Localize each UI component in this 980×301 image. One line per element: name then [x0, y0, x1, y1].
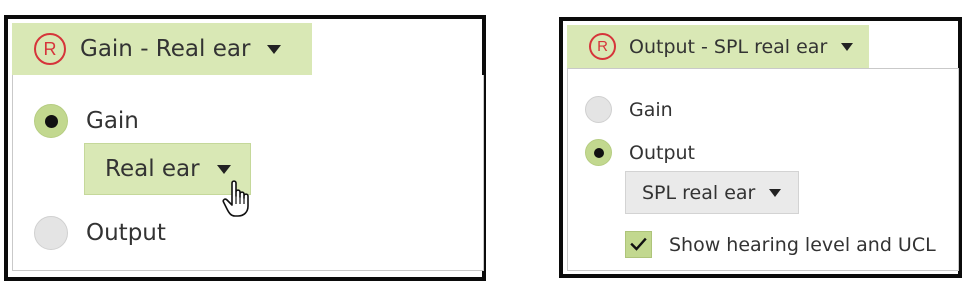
radio-output[interactable]	[585, 139, 612, 166]
option-gain-label: Gain	[86, 108, 139, 134]
r-badge-icon: R	[589, 33, 616, 60]
caret-down-icon	[216, 164, 231, 174]
view-mode-label: Gain - Real ear	[80, 36, 251, 62]
show-hearing-level-checkbox-row[interactable]: Show hearing level and UCL	[625, 231, 936, 258]
option-output[interactable]: Output	[34, 216, 166, 250]
option-output-label: Output	[629, 141, 695, 164]
radio-output[interactable]	[34, 216, 68, 250]
view-mode-menu: Gain Output SPL real ear Show hearing le…	[567, 68, 959, 271]
caret-down-icon	[841, 42, 854, 51]
option-gain[interactable]: Gain	[585, 96, 673, 123]
spl-dropdown-value: SPL real ear	[642, 181, 756, 204]
radio-gain[interactable]	[585, 96, 612, 123]
option-gain-label: Gain	[629, 98, 673, 121]
hand-cursor-icon	[222, 180, 249, 217]
caret-down-icon	[267, 44, 282, 54]
view-mode-menu: Gain Real ear Output	[12, 75, 484, 271]
r-badge-icon: R	[34, 33, 66, 65]
caret-down-icon	[769, 188, 782, 197]
left-screenshot-frame: R Gain - Real ear Gain Real ear Output	[4, 15, 486, 281]
view-mode-dropdown[interactable]: R Output - SPL real ear	[567, 25, 869, 68]
checkmark-icon	[630, 237, 647, 251]
show-hearing-level-label: Show hearing level and UCL	[669, 233, 936, 256]
view-mode-dropdown[interactable]: R Gain - Real ear	[12, 23, 312, 75]
real-ear-dropdown-value: Real ear	[105, 156, 200, 182]
spl-real-ear-dropdown[interactable]: SPL real ear	[625, 171, 799, 214]
option-output-label: Output	[86, 220, 166, 246]
option-gain[interactable]: Gain	[34, 104, 139, 138]
radio-gain[interactable]	[34, 104, 68, 138]
option-output[interactable]: Output	[585, 139, 695, 166]
view-mode-label: Output - SPL real ear	[629, 35, 828, 58]
right-screenshot-frame: R Output - SPL real ear Gain Output SPL …	[559, 17, 962, 278]
show-hearing-level-checkbox[interactable]	[625, 231, 652, 258]
